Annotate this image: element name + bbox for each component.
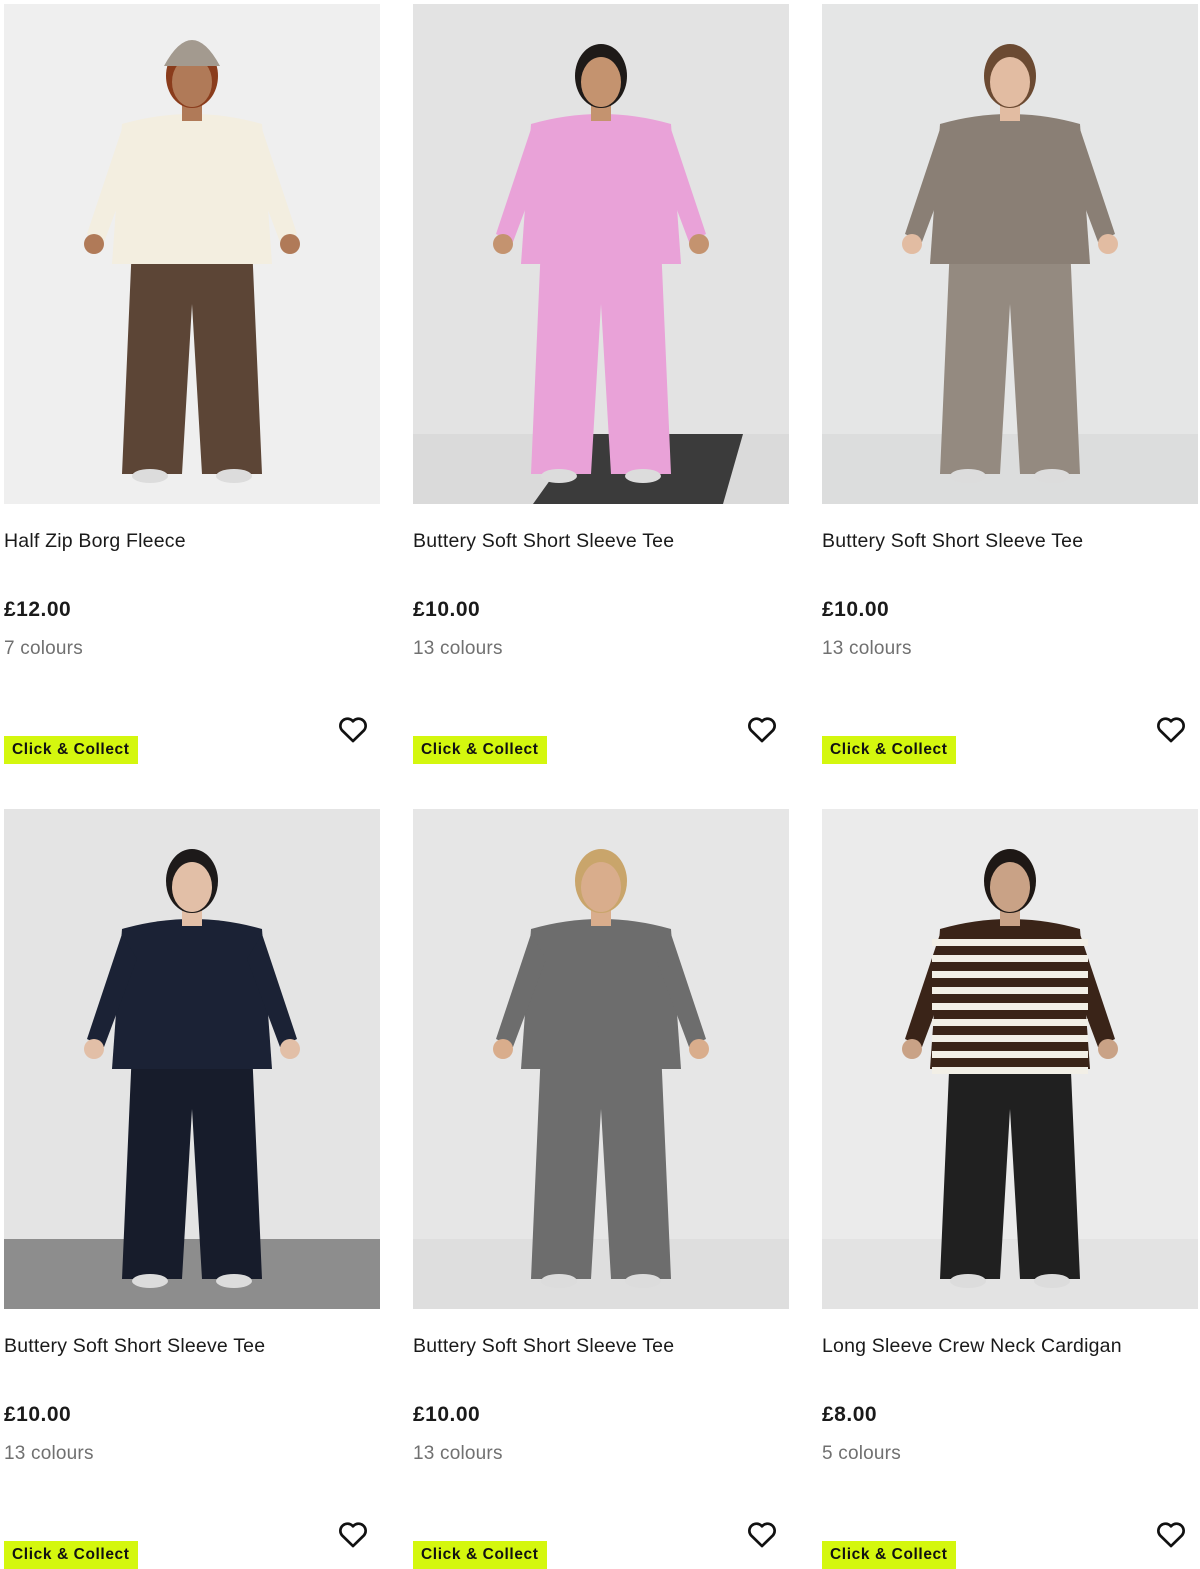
product-name[interactable]: Long Sleeve Crew Neck Cardigan bbox=[822, 1335, 1122, 1358]
click-and-collect-badge: Click & Collect bbox=[413, 736, 547, 764]
click-and-collect-badge: Click & Collect bbox=[822, 1541, 956, 1569]
product-price: £10.00 bbox=[413, 598, 481, 621]
product-price: £10.00 bbox=[4, 1403, 72, 1426]
product-name[interactable]: Buttery Soft Short Sleeve Tee bbox=[4, 1335, 265, 1358]
heart-outline-icon[interactable] bbox=[1154, 1517, 1188, 1551]
product-image[interactable] bbox=[413, 809, 789, 1309]
product-name[interactable]: Buttery Soft Short Sleeve Tee bbox=[413, 530, 674, 553]
product-card[interactable]: Click & Collect Buttery Soft Short Sleev… bbox=[822, 4, 1198, 764]
click-and-collect-badge: Click & Collect bbox=[4, 736, 138, 764]
product-price: £10.00 bbox=[822, 598, 890, 621]
product-name[interactable]: Buttery Soft Short Sleeve Tee bbox=[413, 1335, 674, 1358]
product-name[interactable]: Buttery Soft Short Sleeve Tee bbox=[822, 530, 1083, 553]
product-price: £12.00 bbox=[4, 598, 72, 621]
product-card[interactable]: Click & Collect Buttery Soft Short Sleev… bbox=[413, 4, 789, 764]
product-price: £8.00 bbox=[822, 1403, 878, 1426]
product-image[interactable] bbox=[413, 4, 789, 504]
product-grid: Click & Collect Half Zip Borg Fleece £12… bbox=[0, 0, 1200, 1569]
product-card[interactable]: Click & Collect Buttery Soft Short Sleev… bbox=[413, 809, 789, 1569]
product-card[interactable]: Click & Collect Half Zip Borg Fleece £12… bbox=[4, 4, 380, 764]
product-colour-count: 13 colours bbox=[4, 1443, 94, 1464]
click-and-collect-badge: Click & Collect bbox=[4, 1541, 138, 1569]
product-image[interactable] bbox=[4, 4, 380, 504]
click-and-collect-badge: Click & Collect bbox=[822, 736, 956, 764]
product-card[interactable]: Click & Collect Long Sleeve Crew Neck Ca… bbox=[822, 809, 1198, 1569]
heart-outline-icon[interactable] bbox=[745, 712, 779, 746]
heart-outline-icon[interactable] bbox=[1154, 712, 1188, 746]
product-colour-count: 7 colours bbox=[4, 638, 83, 659]
product-card[interactable]: Click & Collect Buttery Soft Short Sleev… bbox=[4, 809, 380, 1569]
product-image[interactable] bbox=[4, 809, 380, 1309]
heart-outline-icon[interactable] bbox=[336, 1517, 370, 1551]
product-price: £10.00 bbox=[413, 1403, 481, 1426]
product-name[interactable]: Half Zip Borg Fleece bbox=[4, 530, 186, 553]
heart-outline-icon[interactable] bbox=[745, 1517, 779, 1551]
product-colour-count: 13 colours bbox=[413, 638, 503, 659]
product-colour-count: 5 colours bbox=[822, 1443, 901, 1464]
product-image[interactable] bbox=[822, 809, 1198, 1309]
heart-outline-icon[interactable] bbox=[336, 712, 370, 746]
product-colour-count: 13 colours bbox=[822, 638, 912, 659]
click-and-collect-badge: Click & Collect bbox=[413, 1541, 547, 1569]
product-colour-count: 13 colours bbox=[413, 1443, 503, 1464]
product-image[interactable] bbox=[822, 4, 1198, 504]
